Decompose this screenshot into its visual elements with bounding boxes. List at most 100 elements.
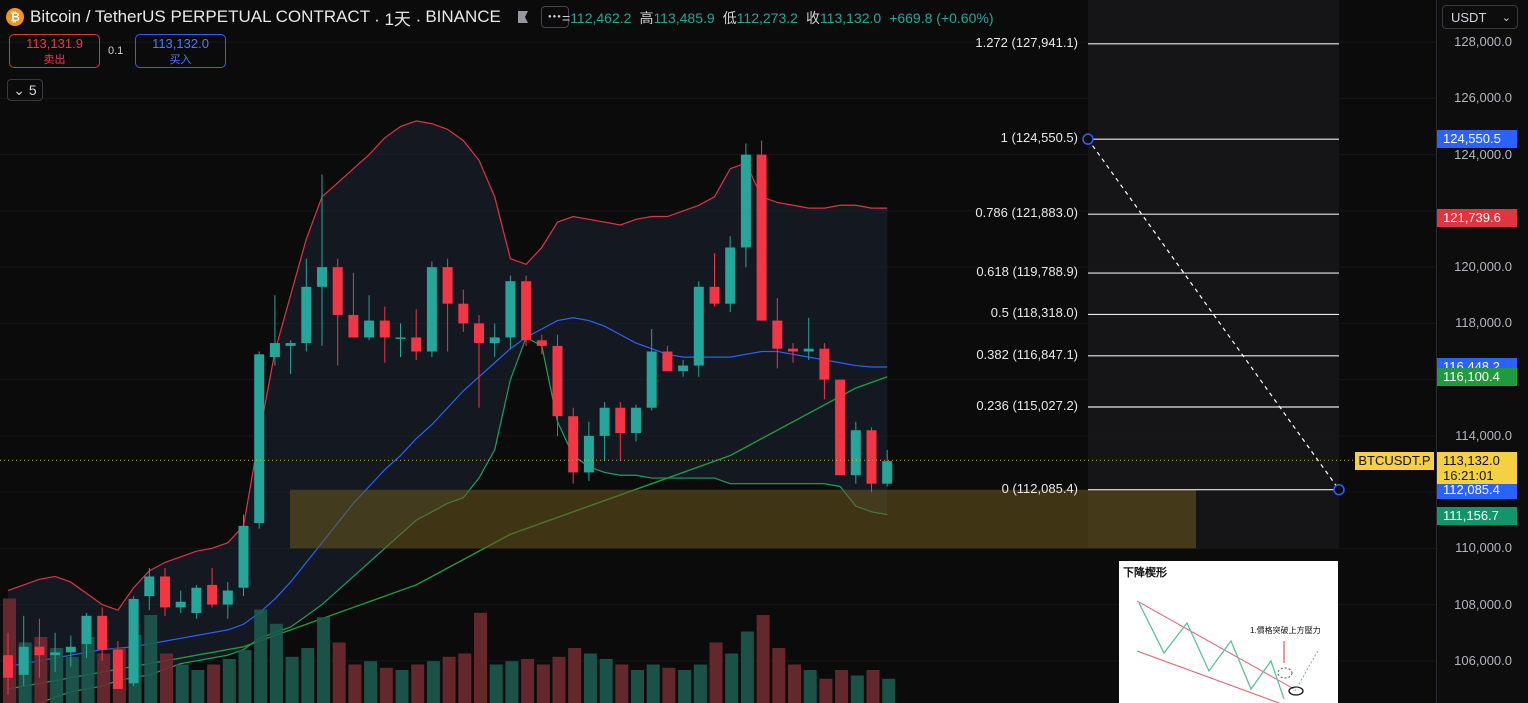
spread-value: 0.1: [108, 45, 124, 57]
volume-bar: [458, 653, 472, 703]
volume-bar: [615, 664, 629, 703]
candle-body: [379, 320, 390, 338]
symbol-title[interactable]: Bitcoin / TetherUS PERPETUAL CONTRACT: [30, 7, 370, 27]
buy-button[interactable]: 113,132.0 买入: [135, 34, 226, 68]
ohlc-open: 112,462.2: [570, 10, 632, 26]
price-tick: 108,000.0: [1454, 596, 1512, 612]
volume-bar: [348, 664, 362, 703]
candle-body: [882, 461, 893, 484]
candle-body: [615, 407, 626, 434]
candle-body: [112, 649, 123, 689]
volume-bar: [254, 609, 268, 703]
volume-bar: [725, 653, 739, 703]
volume-bar: [505, 661, 519, 703]
volume-bar: [882, 678, 896, 703]
price-axis[interactable]: 128,000.0 126,000.0 124,000.0 120,000.0 118,…: [1436, 0, 1528, 703]
volume-bar: [552, 656, 566, 703]
flag-icon[interactable]: [513, 7, 533, 27]
price-axis-label: 124,550.5: [1437, 130, 1517, 149]
candle-body: [740, 154, 751, 248]
volume-bar: [238, 650, 252, 703]
volume-bar: [395, 670, 409, 703]
symbol-tag: BTCUSDT.P: [1355, 452, 1434, 470]
candle-body: [521, 281, 532, 341]
candle-body: [693, 286, 704, 366]
fib-anchor-handle: [1082, 133, 1094, 145]
candle-body: [175, 601, 186, 608]
volume-bar: [442, 656, 456, 703]
candle-body: [772, 320, 783, 349]
candle-body: [568, 416, 579, 473]
sell-price: 113,131.9: [26, 36, 83, 51]
candle-body: [709, 286, 720, 304]
ohlc-close: 113,132.0: [819, 10, 882, 26]
candle-body: [317, 267, 327, 287]
candle-body: [191, 587, 202, 614]
current-price: 113,132.0: [1443, 453, 1500, 468]
candle-body: [285, 343, 296, 346]
candle-body: [756, 154, 767, 321]
candle-body: [678, 365, 689, 372]
volume-bar: [426, 661, 440, 703]
fib-anchor-handle: [1333, 483, 1345, 496]
volume-bar: [662, 667, 676, 703]
volume-bar: [631, 670, 644, 703]
fib-level-label: 1.272 (127,941.1): [975, 34, 1078, 50]
volume-bar: [379, 667, 393, 703]
price-axis-label: 121,739.6: [1437, 209, 1517, 228]
candle-body: [426, 267, 437, 352]
candle-body: [536, 340, 547, 346]
candle-body: [646, 351, 657, 408]
volume-bar: [803, 670, 817, 703]
fib-level-label: 0 (112,085.4): [1001, 480, 1078, 496]
volume-bar: [740, 631, 754, 703]
symbol-header[interactable]: ₿ Bitcoin / TetherUS PERPETUAL CONTRACT …: [6, 4, 569, 30]
volume-bar: [756, 615, 770, 703]
candle-body: [222, 590, 233, 605]
chevron-down-icon: ⌄: [13, 82, 26, 98]
candle-body: [18, 646, 29, 675]
exchange-label: BINANCE: [425, 7, 501, 26]
candle-body: [599, 407, 610, 436]
candle-body: [850, 430, 861, 476]
candle-body: [144, 576, 155, 597]
volume-bar: [81, 637, 95, 703]
candle-body: [348, 314, 359, 338]
volume-bar: [269, 623, 283, 703]
volume-bar: [678, 670, 692, 703]
volume-bar: [646, 664, 660, 703]
indicator-collapse-button[interactable]: ⌄ 5: [7, 79, 43, 101]
volume-bar: [50, 648, 64, 703]
volume-bar: [191, 670, 205, 703]
volume-bar: [144, 615, 158, 703]
price-tick: 128,000.0: [1454, 34, 1512, 50]
candle-body: [207, 584, 218, 605]
candle-body: [97, 615, 108, 650]
buy-price: 113,132.0: [152, 36, 209, 51]
fib-level-label: 0.618 (119,788.9): [976, 264, 1078, 280]
candle-body: [34, 646, 45, 656]
fib-level-label: 0.236 (115,027.2): [976, 397, 1078, 413]
volume-bar: [583, 653, 597, 703]
projection-area: [1088, 0, 1339, 548]
candle-body: [489, 337, 500, 344]
volume-bar: [411, 664, 425, 703]
interval-label[interactable]: · 1天 ·: [374, 5, 421, 30]
candle-body: [631, 407, 641, 434]
candle-body: [128, 598, 139, 684]
volume-bar: [175, 664, 189, 703]
volume-bar: [222, 659, 236, 703]
chevron-down-icon: ⌄: [1501, 12, 1511, 24]
falling-wedge-diagram: 下降楔形 1.價格突破上方壓力: [1119, 561, 1338, 703]
price-tick: 120,000.0: [1454, 259, 1512, 275]
volume-bar: [599, 659, 613, 703]
fib-level-label: 0.382 (116,847.1): [976, 346, 1078, 362]
fib-level-label: 0.5 (118,318.0): [990, 305, 1078, 321]
candle-body: [725, 247, 736, 304]
sell-button[interactable]: 113,131.9 卖出: [9, 34, 100, 68]
volume-bar: [521, 659, 535, 703]
fib-level-label: 1 (124,550.5): [1000, 130, 1078, 146]
currency-select[interactable]: USDT ⌄: [1442, 5, 1518, 29]
volume-bar: [285, 656, 299, 703]
candle-body: [411, 337, 422, 352]
